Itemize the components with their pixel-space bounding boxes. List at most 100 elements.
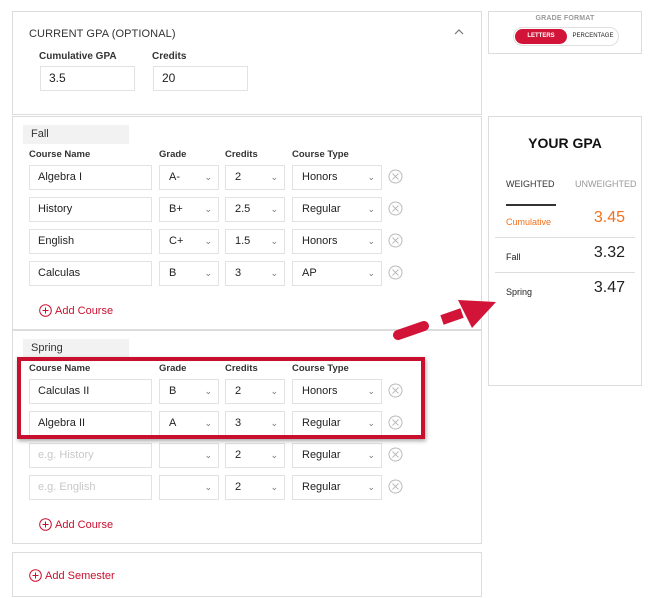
gpa-row-value: 3.47 xyxy=(593,279,625,296)
course-type-select[interactable]: Honors ⌄ xyxy=(292,229,382,254)
credits-select[interactable]: 1.5 ⌄ xyxy=(225,229,285,254)
current-gpa-panel: CURRENT GPA (OPTIONAL) Cumulative GPA 3.… xyxy=(12,11,482,115)
grade-select[interactable]: ⌄ xyxy=(159,443,219,468)
course-name-input[interactable]: Calculas II xyxy=(29,379,152,404)
credits-select[interactable]: 2 ⌄ xyxy=(225,475,285,500)
course-type-header: Course Type xyxy=(292,149,349,160)
course-type-select[interactable]: Honors ⌄ xyxy=(292,165,382,190)
tab-unweighted[interactable]: UNWEIGHTED xyxy=(575,179,637,189)
grade-header: Grade xyxy=(159,363,187,374)
your-gpa-title: YOUR GPA xyxy=(528,135,602,151)
course-row: Calculas B ⌄ 3 ⌄ AP ⌄ xyxy=(13,261,481,287)
cumulative-gpa-label: Cumulative GPA xyxy=(39,51,117,62)
chevron-down-icon: ⌄ xyxy=(367,450,375,460)
chevron-down-icon: ⌄ xyxy=(367,236,375,246)
plus-circle-icon xyxy=(29,569,42,582)
chevron-down-icon: ⌄ xyxy=(367,268,375,278)
course-name-input[interactable]: History xyxy=(29,197,152,222)
remove-course-icon[interactable] xyxy=(388,201,403,216)
grade-select[interactable]: A ⌄ xyxy=(159,411,219,436)
credits-value: 1.5 xyxy=(235,235,251,247)
chevron-down-icon: ⌄ xyxy=(204,482,212,492)
course-type-select[interactable]: Regular ⌄ xyxy=(292,475,382,500)
grade-select[interactable]: ⌄ xyxy=(159,475,219,500)
grade-select[interactable]: B+ ⌄ xyxy=(159,197,219,222)
remove-course-icon[interactable] xyxy=(388,265,403,280)
remove-course-icon[interactable] xyxy=(388,415,403,430)
grade-header: Grade xyxy=(159,149,187,160)
remove-course-icon[interactable] xyxy=(388,479,403,494)
course-type-value: Regular xyxy=(302,449,341,461)
grade-select[interactable]: C+ ⌄ xyxy=(159,229,219,254)
grade-value: C+ xyxy=(169,235,184,247)
add-course-button[interactable]: Add Course xyxy=(39,304,113,317)
remove-course-icon[interactable] xyxy=(388,447,403,462)
letters-option[interactable]: LETTERS xyxy=(515,29,567,44)
credits-input[interactable]: 20 xyxy=(153,66,248,91)
course-name-input[interactable]: English xyxy=(29,229,152,254)
grade-select[interactable]: A- ⌄ xyxy=(159,165,219,190)
remove-course-icon[interactable] xyxy=(388,233,403,248)
course-type-select[interactable]: Regular ⌄ xyxy=(292,411,382,436)
course-type-select[interactable]: AP ⌄ xyxy=(292,261,382,286)
divider xyxy=(495,237,635,238)
credits-header: Credits xyxy=(225,149,258,160)
gpa-row-fall: Fall 3.32 xyxy=(495,240,635,274)
chevron-down-icon: ⌄ xyxy=(270,172,278,182)
course-name-input[interactable]: e.g. History xyxy=(29,443,152,468)
credits-value: 2 xyxy=(235,449,242,461)
chevron-down-icon: ⌄ xyxy=(204,418,212,428)
course-name-input[interactable]: e.g. English xyxy=(29,475,152,500)
plus-circle-icon xyxy=(39,304,52,317)
credits-select[interactable]: 3 ⌄ xyxy=(225,411,285,436)
remove-course-icon[interactable] xyxy=(388,169,403,184)
course-row: Algebra I A- ⌄ 2 ⌄ Honors ⌄ xyxy=(13,165,481,191)
course-name-header: Course Name xyxy=(29,363,91,374)
add-semester-panel: Add Semester xyxy=(12,552,482,597)
remove-course-icon[interactable] xyxy=(388,383,403,398)
tab-weighted[interactable]: WEIGHTED xyxy=(506,179,555,189)
course-type-select[interactable]: Regular ⌄ xyxy=(292,443,382,468)
course-type-value: Honors xyxy=(302,171,338,183)
chevron-down-icon: ⌄ xyxy=(367,386,375,396)
cumulative-gpa-input[interactable]: 3.5 xyxy=(40,66,135,91)
credits-value: 3 xyxy=(235,417,242,429)
credits-value: 2.5 xyxy=(235,203,251,215)
credits-select[interactable]: 3 ⌄ xyxy=(225,261,285,286)
credits-select[interactable]: 2.5 ⌄ xyxy=(225,197,285,222)
chevron-down-icon: ⌄ xyxy=(270,236,278,246)
gpa-row-value: 3.45 xyxy=(593,209,625,226)
course-row: History B+ ⌄ 2.5 ⌄ Regular ⌄ xyxy=(13,197,481,223)
semester-spring: Spring Course Name Grade Credits Course … xyxy=(12,330,482,544)
credits-select[interactable]: 2 ⌄ xyxy=(225,379,285,404)
semester-name[interactable]: Fall xyxy=(23,125,129,144)
chevron-down-icon: ⌄ xyxy=(270,268,278,278)
course-row: English C+ ⌄ 1.5 ⌄ Honors ⌄ xyxy=(13,229,481,255)
semester-name[interactable]: Spring xyxy=(23,339,129,358)
course-name-input[interactable]: Calculas xyxy=(29,261,152,286)
current-gpa-title: CURRENT GPA (OPTIONAL) xyxy=(29,28,176,40)
chevron-down-icon: ⌄ xyxy=(270,418,278,428)
chevron-down-icon: ⌄ xyxy=(270,450,278,460)
plus-circle-icon xyxy=(39,518,52,531)
add-semester-label: Add Semester xyxy=(45,569,115,582)
credits-select[interactable]: 2 ⌄ xyxy=(225,443,285,468)
chevron-down-icon: ⌄ xyxy=(270,482,278,492)
percentage-option[interactable]: PERCENTAGE xyxy=(568,29,618,44)
chevron-down-icon: ⌄ xyxy=(204,450,212,460)
credits-select[interactable]: 2 ⌄ xyxy=(225,165,285,190)
your-gpa-panel: YOUR GPA WEIGHTED UNWEIGHTED Cumulative … xyxy=(488,116,642,386)
grade-select[interactable]: B ⌄ xyxy=(159,379,219,404)
add-semester-button[interactable]: Add Semester xyxy=(29,569,115,582)
course-type-value: Regular xyxy=(302,203,341,215)
chevron-down-icon: ⌄ xyxy=(204,204,212,214)
grade-select[interactable]: B ⌄ xyxy=(159,261,219,286)
add-course-button[interactable]: Add Course xyxy=(39,518,113,531)
course-type-select[interactable]: Honors ⌄ xyxy=(292,379,382,404)
chevron-up-icon[interactable] xyxy=(453,26,465,38)
course-name-input[interactable]: Algebra II xyxy=(29,411,152,436)
gpa-row-label: Cumulative xyxy=(506,217,552,227)
course-name-input[interactable]: Algebra I xyxy=(29,165,152,190)
gpa-row-label: Fall xyxy=(506,252,521,262)
course-type-select[interactable]: Regular ⌄ xyxy=(292,197,382,222)
